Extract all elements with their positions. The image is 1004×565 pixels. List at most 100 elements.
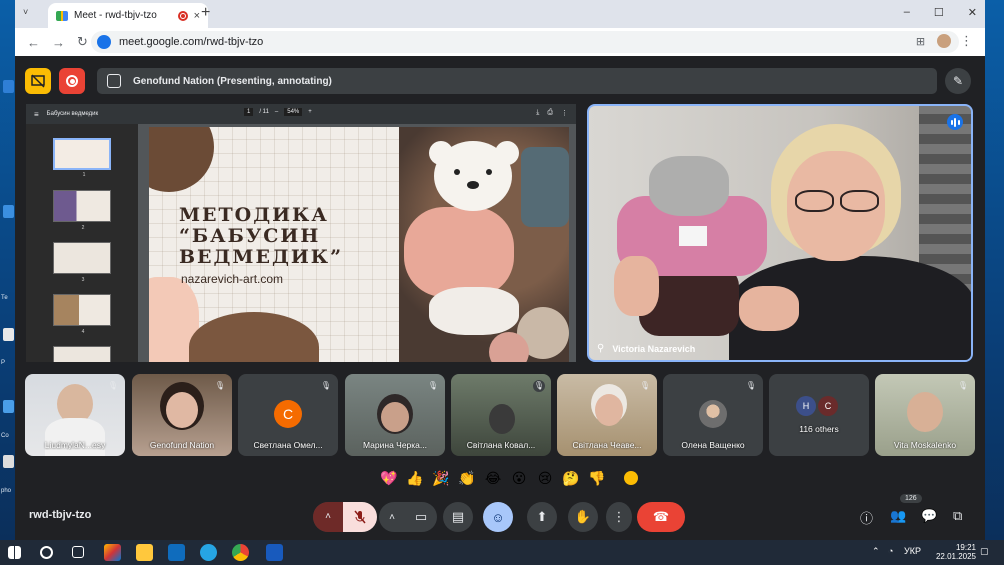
address-bar[interactable]: meet.google.com/rwd-tbjv-tzo ⊞ ☆ — [91, 31, 959, 53]
tab-list-icon[interactable]: ˅ — [23, 7, 28, 17]
surprised-icon[interactable]: 😮 — [510, 470, 528, 487]
thumbs-down-icon[interactable]: 👎 — [588, 470, 606, 487]
speaker-video[interactable]: ⚲ Victoria Nazarevich — [587, 104, 973, 362]
chat-icon[interactable]: 💬 — [921, 508, 937, 524]
window-controls: – ☐ ✕ — [904, 6, 977, 19]
presentation-icon — [107, 74, 121, 88]
crying-icon[interactable]: 😢 — [536, 470, 554, 487]
desktop-icon[interactable] — [3, 80, 14, 93]
mic-toggle-button[interactable] — [343, 502, 377, 532]
speaker-name-tag: ⚲ Victoria Nazarevich — [597, 343, 695, 354]
desktop-label: Те — [1, 295, 8, 301]
clapping-icon[interactable]: 👏 — [458, 470, 476, 487]
mic-off-icon — [354, 510, 366, 524]
download-icon[interactable]: ⤓ — [536, 109, 539, 117]
profile-avatar[interactable] — [937, 34, 951, 48]
desktop-icon[interactable] — [3, 328, 14, 341]
thumbs-up-icon[interactable]: 👍 — [406, 470, 424, 487]
pdf-thumbnail[interactable]: 4 — [53, 294, 111, 335]
thinking-icon[interactable]: 🤔 — [562, 470, 580, 487]
pdf-actions: ⤓ ⎙ ⋮ — [536, 109, 568, 117]
site-info-icon[interactable] — [97, 35, 111, 49]
desktop-icon[interactable] — [3, 455, 14, 468]
laughing-icon[interactable]: 😂 — [484, 470, 502, 487]
search-icon[interactable] — [40, 546, 53, 559]
participant-tile[interactable]: 🎙 Vita Moskalenko — [875, 374, 975, 456]
clock[interactable]: 19:21 22.01.2025 — [936, 543, 976, 561]
skin-tone-button[interactable] — [624, 471, 638, 485]
presenting-banner: Genofund Nation (Presenting, annotating) — [97, 68, 937, 94]
others-tile[interactable]: Н С 116 others — [769, 374, 869, 456]
word-icon[interactable] — [266, 544, 283, 561]
participant-tile[interactable]: 🎙 Світлана Чеаве... — [557, 374, 657, 456]
pin-icon[interactable]: ⚲ — [597, 343, 604, 354]
stop-presenting-icon[interactable] — [25, 68, 51, 94]
annotate-button[interactable]: ✎ — [945, 68, 971, 94]
tab-meet[interactable]: Meet - rwd-tbjv-tzo × — [48, 3, 208, 28]
print-icon[interactable]: ⎙ — [547, 109, 553, 117]
participant-name: Олена Ващенко — [681, 440, 745, 450]
zoom-in-button[interactable]: + — [308, 109, 312, 115]
camera-control-group: ˄ ▭ — [379, 502, 437, 532]
heart-icon[interactable]: 💖 — [380, 470, 398, 487]
forward-button[interactable]: → — [52, 35, 65, 50]
people-icon[interactable]: 👥 — [890, 508, 906, 524]
mic-options-button[interactable]: ˄ — [313, 502, 343, 532]
zoom-level[interactable]: 54% — [284, 108, 303, 116]
network-icon[interactable]: ◔ — [888, 546, 893, 556]
leave-call-button[interactable]: ☎ — [637, 502, 685, 532]
pdf-thumbnail[interactable]: 3 — [53, 242, 111, 283]
new-tab-button[interactable]: + — [201, 4, 210, 22]
participant-tile[interactable]: 🎙 Genofund Nation — [132, 374, 232, 456]
participant-tile[interactable]: 🎙 Олена Ващенко — [663, 374, 763, 456]
more-options-button[interactable]: ⋮ — [606, 502, 632, 532]
emoji-reactions-button[interactable]: ☺ — [483, 502, 513, 532]
desktop-icon[interactable] — [3, 400, 14, 413]
muted-mic-icon: 🎙 — [745, 381, 757, 390]
activities-icon[interactable]: ⧉ — [953, 508, 962, 524]
zoom-out-button[interactable]: – — [275, 109, 278, 115]
participant-tile[interactable]: 🎙 Світлана Ковал... — [451, 374, 551, 456]
chrome-icon[interactable] — [232, 544, 249, 561]
pdf-thumbnail[interactable]: 2 — [53, 190, 111, 231]
task-view-icon[interactable] — [72, 546, 84, 558]
party-popper-icon[interactable]: 🎉 — [432, 470, 450, 487]
back-button[interactable]: ← — [27, 35, 40, 50]
browser-menu-icon[interactable]: ⋮ — [960, 33, 973, 49]
tab-close-icon[interactable]: × — [194, 10, 200, 22]
participant-tile[interactable]: 🎙 LiudmylaN...esy — [25, 374, 125, 456]
pdf-menu-icon[interactable]: ≡ — [34, 110, 39, 119]
participant-tile[interactable]: С 🎙 Светлана Омел... — [238, 374, 338, 456]
translate-icon[interactable]: ⊞ — [916, 35, 925, 48]
pdf-more-icon[interactable]: ⋮ — [561, 109, 568, 117]
windows-start-icon[interactable] — [8, 546, 21, 559]
camera-options-button[interactable]: ˄ — [379, 512, 405, 523]
notifications-icon[interactable]: ▢ — [980, 546, 989, 557]
participant-photo — [699, 400, 727, 428]
clock-date: 22.01.2025 — [935, 552, 976, 561]
maximize-button[interactable]: ☐ — [934, 6, 944, 19]
file-explorer-icon[interactable] — [136, 544, 153, 561]
recording-button[interactable] — [59, 68, 85, 94]
reaction-bar: 💖 👍 🎉 👏 😂 😮 😢 🤔 👎 — [380, 466, 638, 490]
desktop-icon[interactable] — [3, 205, 14, 218]
present-now-button[interactable]: ⬆ — [527, 502, 557, 532]
pdf-thumbnail[interactable]: 1 — [53, 138, 111, 178]
minimize-button[interactable]: – — [904, 6, 910, 19]
camera-toggle-button[interactable]: ▭ — [405, 509, 437, 525]
language-indicator[interactable]: УКР — [904, 546, 921, 556]
close-window-button[interactable]: ✕ — [968, 6, 977, 19]
others-count: 116 others — [799, 424, 839, 434]
participant-name: Genofund Nation — [149, 440, 215, 450]
tray-chevron-icon[interactable]: ⌃ — [872, 546, 880, 557]
telegram-icon[interactable] — [200, 544, 217, 561]
store-icon[interactable] — [168, 544, 185, 561]
reload-button[interactable]: ↻ — [77, 34, 88, 50]
copilot-icon[interactable] — [104, 544, 121, 561]
raise-hand-button[interactable]: ✋ — [568, 502, 598, 532]
captions-button[interactable]: ▤ — [443, 502, 473, 532]
pdf-page-input[interactable]: 1 — [244, 108, 254, 116]
pdf-thumbnail[interactable] — [53, 346, 111, 362]
meeting-info-icon[interactable]: ⓘ — [860, 508, 873, 527]
participant-tile[interactable]: 🎙 Марина Черка... — [345, 374, 445, 456]
